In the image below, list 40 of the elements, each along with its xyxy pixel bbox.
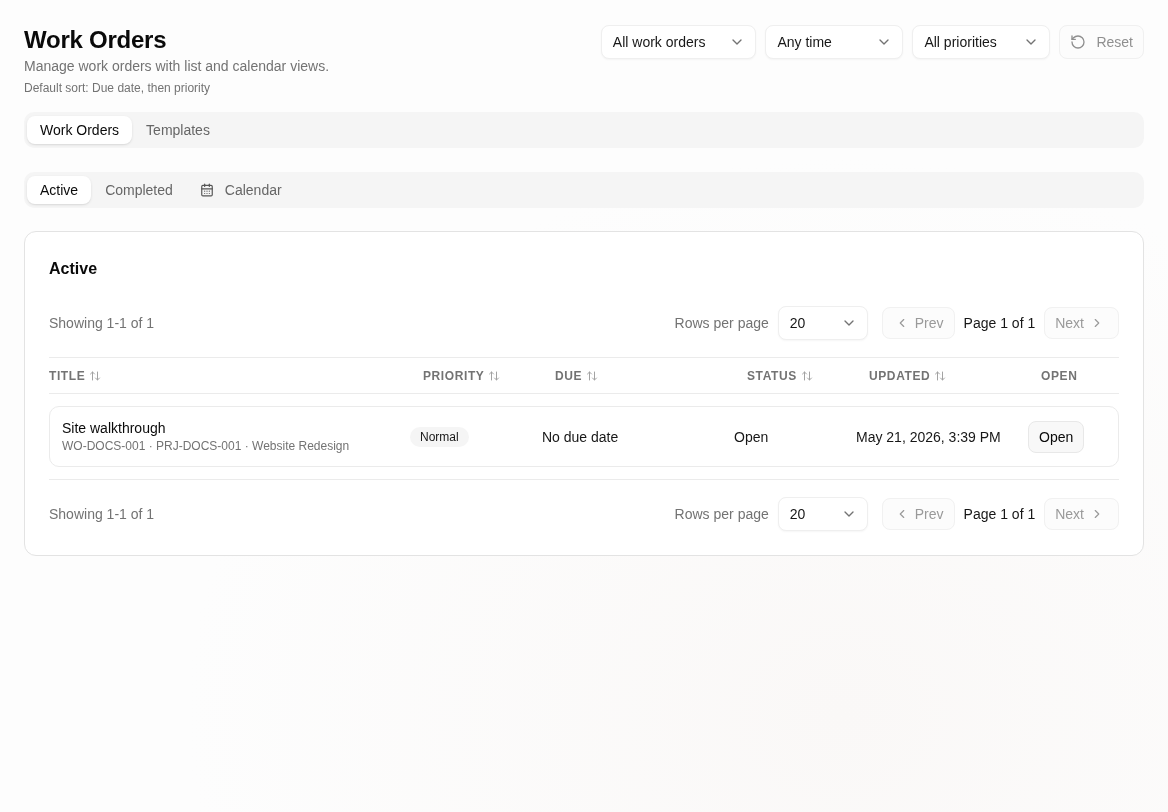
open-button[interactable]: Open <box>1028 420 1085 453</box>
calendar-icon <box>199 183 214 197</box>
column-header[interactable]: DUE <box>555 368 599 383</box>
circular-arrow-icon <box>1070 34 1087 50</box>
default-sort-note: Default sort: Due date, then priority <box>24 80 211 96</box>
filter-dropdown[interactable]: All work orders <box>600 25 757 59</box>
rows-per-page-select[interactable]: 20 <box>777 497 868 531</box>
view-tab[interactable]: Active <box>27 176 92 204</box>
sort-arrows-icon <box>89 369 102 382</box>
column-header[interactable]: UPDATED <box>869 368 947 383</box>
sort-arrows-icon <box>488 369 501 382</box>
priority-badge: Normal <box>410 426 469 447</box>
sort-arrows-icon <box>934 369 947 382</box>
rows-per-page-select[interactable]: 20 <box>777 306 868 340</box>
filter-dropdown[interactable]: All priorities <box>912 25 1051 59</box>
sort-arrows-icon <box>586 369 599 382</box>
showing-count-text: Showing 1-1 of 1 <box>49 506 155 522</box>
updated-text: May 21, 2026, 3:39 PM <box>856 428 1001 445</box>
view-tab[interactable]: Calendar <box>186 176 295 204</box>
status-text: Open <box>734 428 769 445</box>
page-subtitle: Manage work orders with list and calendar views. <box>24 57 330 76</box>
section-tab[interactable]: Templates <box>133 116 223 144</box>
rows-per-page-label: Rows per page <box>674 506 769 522</box>
filter-dropdown[interactable]: Any time <box>765 25 904 59</box>
work-order-meta: WO-DOCS-001 · PRJ-DOCS-001 · Website Redesign <box>62 438 350 454</box>
due-date-text: No due date <box>542 428 619 445</box>
column-header[interactable]: STATUS <box>747 368 813 383</box>
section-tab[interactable]: Work Orders <box>27 116 133 144</box>
page-indicator-text: Page 1 of 1 <box>963 506 1036 522</box>
column-header[interactable]: PRIORITY <box>423 368 501 383</box>
rows-per-page-label: Rows per page <box>674 315 769 331</box>
showing-count-text: Showing 1-1 of 1 <box>49 315 155 331</box>
panel-title: Active <box>49 259 98 279</box>
work-order-title: Site walkthrough <box>62 419 166 437</box>
sort-arrows-icon <box>800 369 813 382</box>
column-header[interactable]: TITLE <box>49 368 102 383</box>
column-header: OPEN <box>1041 368 1078 383</box>
page-title: Work Orders <box>24 25 167 55</box>
view-tab[interactable]: Completed <box>92 176 186 204</box>
page-indicator-text: Page 1 of 1 <box>963 315 1036 331</box>
